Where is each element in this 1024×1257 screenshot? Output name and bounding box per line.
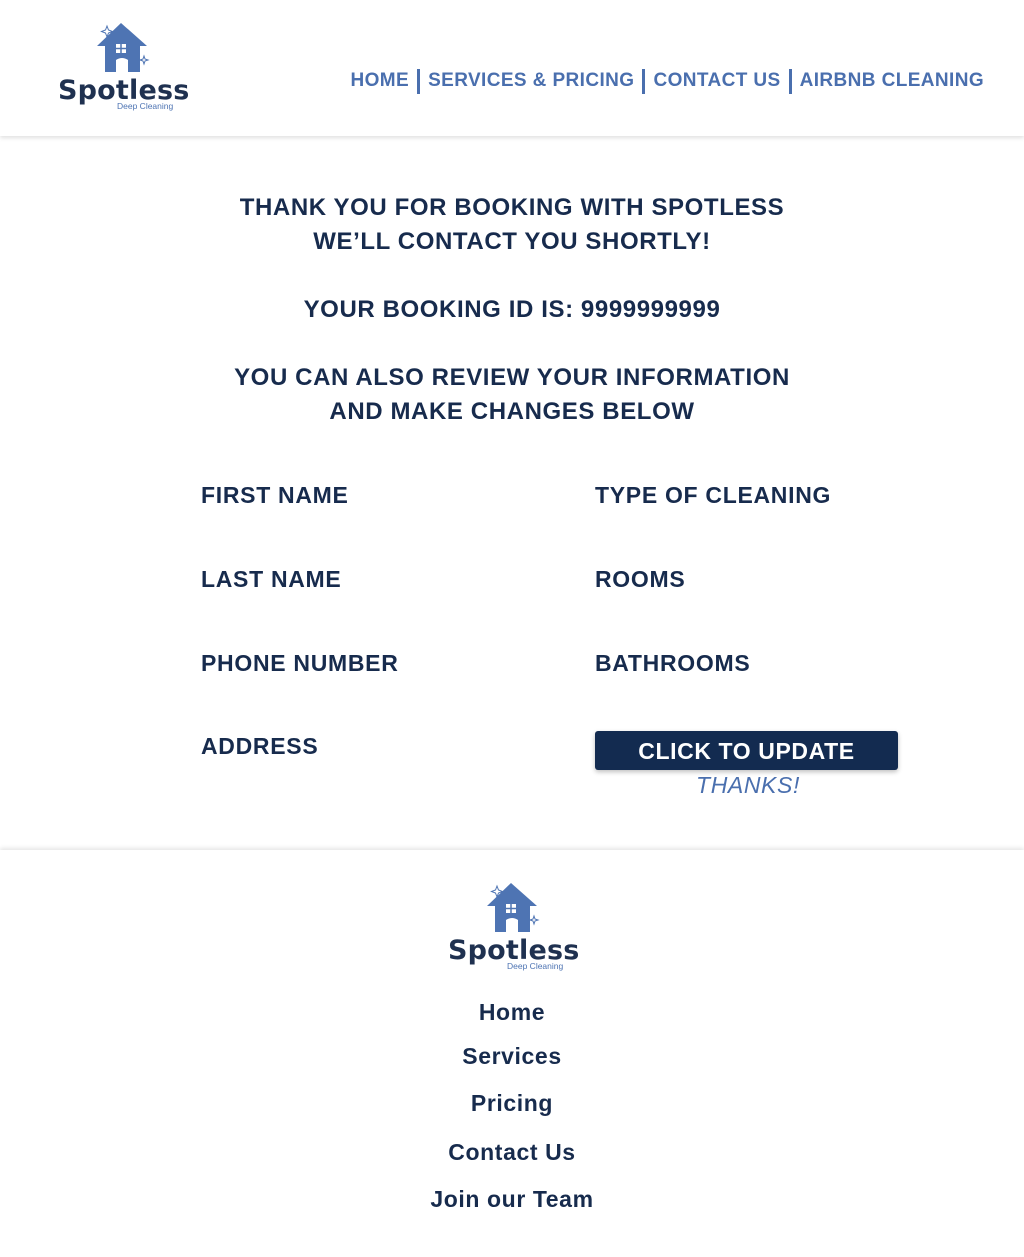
footer-link-home[interactable]: Home — [0, 999, 1024, 1026]
logo-tagline: Deep Cleaning — [507, 961, 564, 971]
nav-divider — [788, 68, 792, 94]
review-message: YOU CAN ALSO REVIEW YOUR INFORMATION AND… — [0, 361, 1024, 429]
header-logo[interactable]: Spotless Deep Cleaning — [58, 20, 190, 114]
first-name-label: FIRST NAME — [201, 482, 349, 508]
logo-wordmark: Spotless — [448, 935, 580, 966]
footer-link-contact-us[interactable]: Contact Us — [0, 1139, 1024, 1166]
rooms-label: ROOMS — [595, 566, 686, 592]
logo-wordmark: Spotless — [58, 75, 190, 106]
bathrooms-label: BATHROOMS — [595, 650, 751, 676]
phone-number-label: PHONE NUMBER — [201, 650, 399, 676]
thank-you-message: THANK YOU FOR BOOKING WITH SPOTLESS WE’L… — [0, 191, 1024, 259]
nav-item-services-pricing[interactable]: SERVICES & PRICING — [428, 70, 634, 92]
nav-item-home[interactable]: HOME — [350, 70, 409, 92]
footer-link-pricing[interactable]: Pricing — [0, 1090, 1024, 1117]
site-header: Spotless Deep Cleaning HOME SERVICES & P… — [0, 0, 1024, 136]
last-name-label: LAST NAME — [201, 566, 342, 592]
update-button[interactable]: CLICK TO UPDATE — [595, 731, 898, 770]
site-footer: Spotless Deep Cleaning Home Services Pri… — [0, 850, 1024, 1257]
main-nav: HOME SERVICES & PRICING CONTACT US AIRBN… — [350, 66, 984, 96]
house-sparkle-icon — [487, 883, 540, 932]
logo-tagline: Deep Cleaning — [117, 101, 174, 111]
thanks-note: THANKS! — [696, 772, 800, 798]
house-sparkle-icon — [97, 23, 150, 72]
nav-item-airbnb-cleaning[interactable]: AIRBNB CLEANING — [800, 70, 984, 92]
footer-logo[interactable]: Spotless Deep Cleaning — [448, 880, 580, 974]
nav-divider — [417, 68, 421, 94]
changes-line: AND MAKE CHANGES BELOW — [329, 398, 695, 425]
footer-link-services[interactable]: Services — [0, 1043, 1024, 1070]
type-of-cleaning-label: TYPE OF CLEANING — [595, 482, 832, 508]
booking-id: YOUR BOOKING ID IS: 9999999999 — [303, 296, 721, 323]
review-line: YOU CAN ALSO REVIEW YOUR INFORMATION — [234, 364, 790, 391]
thank-you-line: THANK YOU FOR BOOKING WITH SPOTLESS — [239, 194, 785, 221]
contact-shortly-line: WE’LL CONTACT YOU SHORTLY! — [313, 228, 711, 255]
nav-divider — [642, 68, 646, 94]
address-label: ADDRESS — [201, 733, 319, 759]
footer-link-join-our-team[interactable]: Join our Team — [0, 1186, 1024, 1213]
nav-item-contact-us[interactable]: CONTACT US — [653, 70, 780, 92]
